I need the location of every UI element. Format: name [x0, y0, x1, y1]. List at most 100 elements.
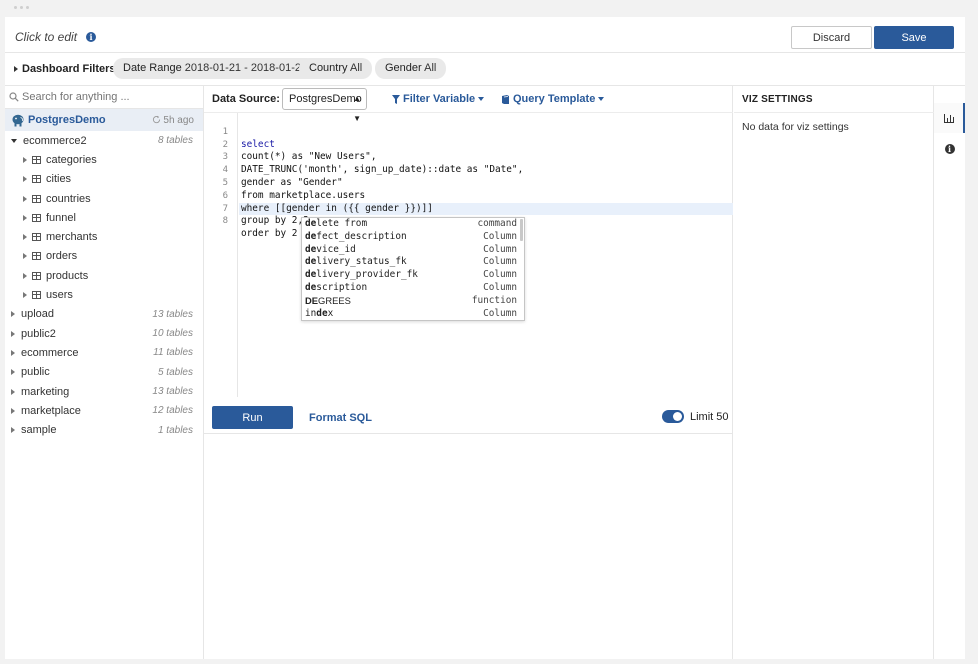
- autocomplete-item[interactable]: delete from command: [302, 218, 524, 231]
- filter-chip-name: Date Range: [123, 62, 182, 74]
- schema-item-marketplace[interactable]: marketplace 12 tables: [5, 401, 203, 420]
- search-input[interactable]: [22, 91, 192, 103]
- dashboard-filters-toggle[interactable]: Dashboard Filters: [14, 63, 116, 75]
- match-prefix: de: [305, 218, 317, 229]
- suggestion-rest: livery_provider_fk: [316, 269, 418, 281]
- code-text-line: DATE_TRUNC('month', sign_up_date)::date …: [241, 164, 524, 176]
- caret-right-icon: [23, 234, 27, 241]
- schema-name: public: [21, 366, 50, 379]
- limit-label: Limit 50: [690, 411, 729, 423]
- sql-code-editor[interactable]: 1 select 2 count(*) as "New Users", 3 DA…: [204, 112, 733, 397]
- table-count: 10 tables: [152, 328, 193, 340]
- run-button[interactable]: Run: [212, 406, 293, 429]
- filter-chip-name: Country: [309, 62, 348, 74]
- schema-item-upload[interactable]: upload 13 tables: [5, 305, 203, 324]
- autocomplete-popup: delete from command defect_description Col…: [301, 217, 525, 321]
- refresh-icon: [152, 115, 160, 123]
- match-prefix: de: [316, 307, 328, 319]
- datasource-name: PostgresDemo: [28, 114, 106, 126]
- table-item-funnel[interactable]: funnel: [5, 208, 203, 227]
- autocomplete-item[interactable]: index Column: [302, 307, 524, 320]
- run-bar: Run Format SQL Limit 50: [204, 396, 733, 434]
- table-item-orders[interactable]: orders: [5, 247, 203, 266]
- table-item-cities[interactable]: cities: [5, 170, 203, 189]
- datasource-row[interactable]: PostgresDemo 5h ago: [5, 109, 203, 131]
- table-name: orders: [46, 250, 78, 263]
- line-number: 8: [222, 216, 228, 227]
- filter-chip-gender[interactable]: Gender All: [375, 58, 447, 79]
- limit-toggle[interactable]: [662, 410, 684, 423]
- filter-variable-button[interactable]: Filter Variable: [392, 93, 485, 105]
- suggestion-type: function: [471, 294, 517, 306]
- schema-item-ecommerce2[interactable]: ecommerce2 8 tables: [5, 131, 203, 150]
- suggestion-rest: vice_id: [316, 243, 356, 255]
- table-icon: [32, 213, 41, 222]
- schema-item-public[interactable]: public 5 tables: [5, 363, 203, 382]
- filter-chip-country[interactable]: Country All: [299, 58, 373, 79]
- match-prefix: de: [305, 281, 317, 293]
- code-text: from marketplace.users: [241, 190, 365, 203]
- filter-chip-value: All: [424, 62, 437, 74]
- table-item-users[interactable]: users: [5, 285, 203, 304]
- discard-button[interactable]: Discard: [791, 26, 872, 49]
- format-sql-link[interactable]: Format SQL: [309, 412, 372, 424]
- table-item-products[interactable]: products: [5, 266, 203, 285]
- table-item-categories[interactable]: categories: [5, 150, 203, 169]
- datasource-refresh[interactable]: 5h ago: [152, 115, 194, 126]
- code-line: 6 where [[gender in ({{ gender }})]]: [204, 177, 433, 214]
- table-name: products: [46, 269, 89, 282]
- report-title[interactable]: Click to edit: [15, 30, 77, 44]
- schema-item-sample[interactable]: sample 1 tables: [5, 420, 203, 439]
- autocomplete-item[interactable]: device_id Column: [302, 244, 524, 257]
- window-dots: [14, 6, 29, 9]
- caret-right-icon: [11, 349, 15, 356]
- autocomplete-item[interactable]: delivery_provider_fk Column: [302, 269, 524, 282]
- info-icon[interactable]: i: [86, 32, 96, 42]
- match-prefix: de: [305, 256, 317, 268]
- code-text-line: gender as "Gender": [241, 176, 343, 188]
- chevron-down-icon: [11, 138, 17, 143]
- query-editor-panel: Data Source: PostgresDemo ▲ ▼ Filter Vari…: [204, 86, 733, 659]
- viz-settings-tab[interactable]: [934, 103, 965, 133]
- schema-item-ecommerce[interactable]: ecommerce 11 tables: [5, 343, 203, 362]
- code-text-line: where [[gender in ({{ gender }})]]: [241, 202, 433, 214]
- query-template-button[interactable]: Query Template: [501, 93, 605, 105]
- table-name: users: [46, 289, 73, 302]
- suggestion-type: Column: [483, 281, 517, 293]
- filter-chip-value: All: [349, 62, 363, 74]
- match-prefix: de: [305, 269, 317, 281]
- autocomplete-item[interactable]: defect_description Column: [302, 231, 524, 244]
- code-text: gender as "Gender": [241, 177, 343, 190]
- schema-item-marketing[interactable]: marketing 13 tables: [5, 382, 203, 401]
- table-icon: [32, 175, 41, 184]
- caret-right-icon: [23, 156, 27, 163]
- datasource-select[interactable]: PostgresDemo ▲ ▼: [282, 88, 367, 123]
- query-template-label: Query Template: [513, 93, 596, 105]
- table-name: merchants: [46, 231, 98, 244]
- table-count: 12 tables: [152, 405, 193, 417]
- caret-right-icon: [23, 214, 27, 221]
- schema-item-public2[interactable]: public2 10 tables: [5, 324, 203, 343]
- suggestion-rest: x: [327, 307, 334, 319]
- table-item-countries[interactable]: countries: [5, 189, 203, 208]
- table-count: 8 tables: [157, 135, 193, 147]
- autocomplete-item[interactable]: description Column: [302, 282, 524, 295]
- table-item-merchants[interactable]: merchants: [5, 227, 203, 246]
- bar-chart-icon: [943, 113, 954, 123]
- code-line: 4 gender as "Gender": [204, 151, 343, 188]
- schema-name: upload: [21, 308, 55, 321]
- table-name: cities: [46, 173, 72, 186]
- suggestion-lead: in: [305, 307, 317, 319]
- table-name: countries: [46, 192, 91, 205]
- autocomplete-item[interactable]: DEGREES function: [302, 295, 524, 308]
- table-count: 13 tables: [152, 308, 193, 320]
- caret-right-icon: [23, 176, 27, 183]
- autocomplete-item[interactable]: delivery_status_fk Column: [302, 256, 524, 269]
- info-tab[interactable]: i: [934, 134, 965, 164]
- code-text-line: from marketplace.users: [241, 189, 366, 201]
- chevron-down-icon: [598, 97, 605, 101]
- viz-empty-message: No data for viz settings: [742, 121, 849, 133]
- table-icon: [32, 271, 41, 280]
- filter-chip-date-range[interactable]: Date Range 2018-01-21 - 2018-01-21: [113, 58, 318, 79]
- save-button[interactable]: Save: [874, 26, 954, 49]
